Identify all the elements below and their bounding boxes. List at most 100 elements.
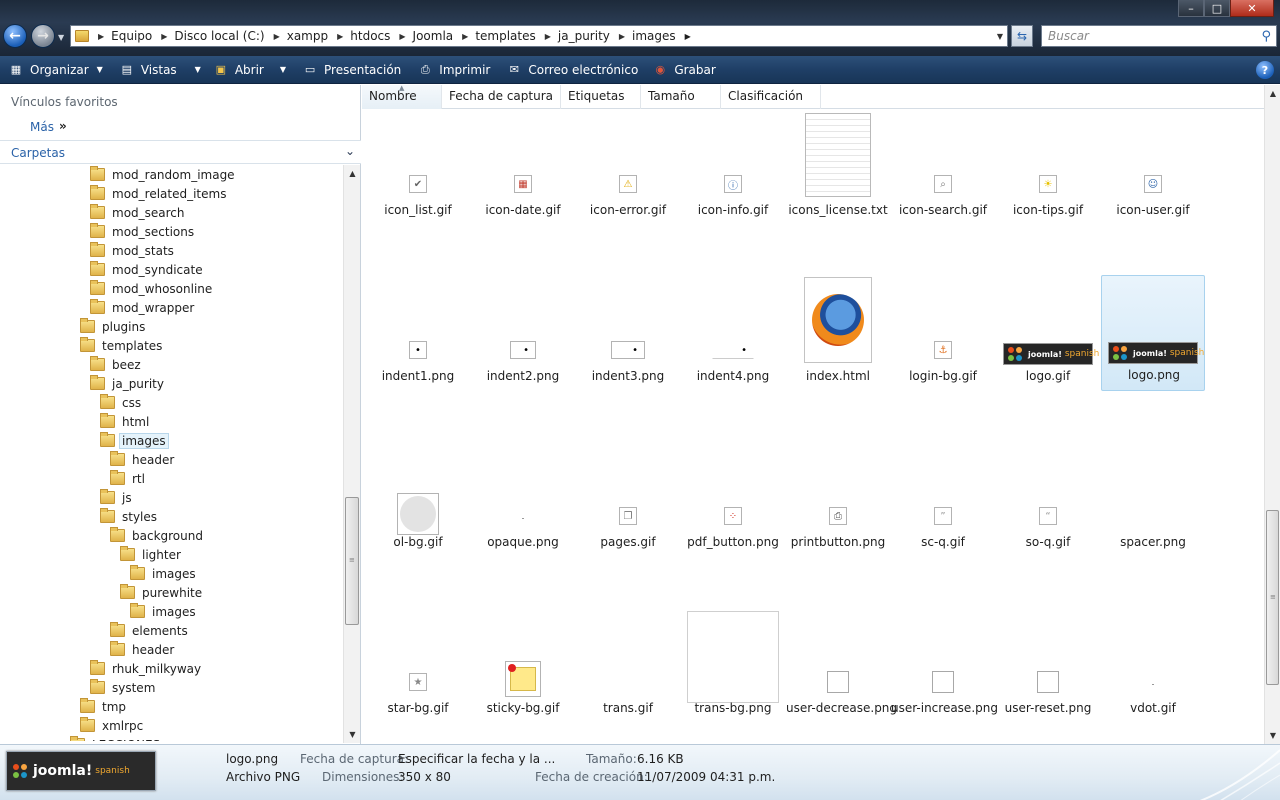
folder-tree-item[interactable]: mod_search [90,203,185,222]
folder-tree-item[interactable]: styles [100,507,157,526]
file-item[interactable]: ⚓ login-bg.gif [891,275,995,391]
folder-tree-item[interactable]: LECCIONES [70,735,160,741]
file-item[interactable]: spacer.png [1101,441,1205,557]
recent-pages-dropdown[interactable]: ▼ [58,33,64,42]
folder-tree-item[interactable]: css [100,393,141,412]
file-list-scrollbar[interactable]: ▲ ≡ ▼ [1264,85,1280,744]
file-item[interactable]: trans.gif [576,607,680,723]
maximize-button[interactable]: □ [1204,0,1230,17]
file-item[interactable]: joomla! spanish logo.png [1101,275,1205,391]
search-input[interactable]: Buscar ⚲ [1041,25,1277,47]
folder-tree-item[interactable]: mod_wrapper [90,298,194,317]
folder-tree-item[interactable]: images [130,564,196,583]
minimize-button[interactable]: – [1178,0,1204,17]
file-item[interactable]: ⁘ pdf_button.png [681,441,785,557]
folder-tree-item[interactable]: mod_sections [90,222,194,241]
folder-tree-item[interactable]: rtl [110,469,145,488]
help-button[interactable]: ? [1256,61,1274,79]
chevron-right-icon[interactable]: ▶ [545,32,551,41]
file-item[interactable]: joomla! spanish logo.gif [996,275,1100,391]
folder-tree-item[interactable]: plugins [80,317,145,336]
chevron-right-icon[interactable]: ▶ [399,32,405,41]
more-arrow-icon[interactable]: » [59,119,67,133]
open-button[interactable]: ▣ Abrir ▼ [207,56,292,83]
forward-button[interactable]: → [31,24,55,48]
folder-tree-item[interactable]: mod_stats [90,241,174,260]
folder-tree-item[interactable]: beez [90,355,141,374]
file-item[interactable]: • indent4.png [681,275,785,391]
breadcrumb-item[interactable]: ▶ templates [453,26,536,46]
chevron-right-icon[interactable]: ▶ [462,32,468,41]
folders-header[interactable]: Carpetas ⌄ [0,140,361,164]
file-item[interactable]: trans-bg.png [681,607,785,723]
folder-tree-item[interactable]: html [100,412,149,431]
file-item[interactable]: ★ star-bg.gif [366,607,470,723]
folder-tree-item[interactable]: lighter [120,545,181,564]
scroll-down-icon[interactable]: ▼ [1265,727,1280,744]
file-item[interactable]: ▦ icon-date.gif [471,109,575,225]
file-item[interactable]: ⌕ icon-search.gif [891,109,995,225]
file-item[interactable]: ✔ icon_list.gif [366,109,470,225]
file-item[interactable]: vdot.gif [1101,607,1205,723]
folder-tree-item[interactable]: background [110,526,203,545]
folder-tree-item[interactable]: header [110,640,174,659]
chevron-right-icon[interactable]: ▶ [98,32,104,41]
file-item[interactable]: ol-bg.gif [366,441,470,557]
chevron-right-icon[interactable]: ▶ [685,26,691,46]
folder-tree-item[interactable]: mod_related_items [90,184,226,203]
folder-tree-item[interactable]: mod_syndicate [90,260,203,279]
file-item[interactable]: • indent2.png [471,275,575,391]
file-item[interactable]: ❐ pages.gif [576,441,680,557]
breadcrumb-item[interactable]: ▶ images [610,26,676,46]
breadcrumb-item[interactable]: ▶ Disco local (C:) [152,26,264,46]
file-item[interactable]: ⚠ icon-error.gif [576,109,680,225]
file-item[interactable]: index.html [786,275,890,391]
file-item[interactable]: • indent3.png [576,275,680,391]
folder-tree-item[interactable]: mod_random_image [90,165,235,184]
file-item[interactable]: user-reset.png [996,607,1100,723]
folder-tree-item[interactable]: mod_whosonline [90,279,212,298]
folder-tree-scrollbar[interactable]: ▲ ≡ ▼ [343,165,360,743]
file-item[interactable]: ” sc-q.gif [891,441,995,557]
file-item[interactable]: • indent1.png [366,275,470,391]
breadcrumb-item[interactable]: ▶ Joomla [390,26,453,46]
folder-tree-item[interactable]: images [130,602,196,621]
column-header[interactable]: Fecha de captura [442,85,561,109]
file-item[interactable]: “ so-q.gif [996,441,1100,557]
folder-tree-item[interactable]: images [100,431,169,450]
scroll-up-icon[interactable]: ▲ [344,165,361,182]
folder-tree-item[interactable]: xmlrpc [80,716,143,735]
chevron-right-icon[interactable]: ▶ [337,32,343,41]
breadcrumb-item[interactable]: ▶ htdocs [328,26,390,46]
back-button[interactable]: ← [3,24,27,48]
date-taken-value[interactable]: Especificar la fecha y la ... [398,752,555,766]
organize-button[interactable]: ▦ Organizar ▼ [0,56,109,83]
file-item[interactable]: ☀ icon-tips.gif [996,109,1100,225]
scrollbar-thumb[interactable]: ≡ [1266,510,1279,685]
email-button[interactable]: ✉ Correo electrónico [496,56,644,83]
breadcrumb-item[interactable]: ▶ Equipo [89,26,152,46]
folder-tree-item[interactable]: purewhite [120,583,202,602]
more-link[interactable]: Más [30,120,54,134]
folder-tree-item[interactable]: elements [110,621,188,640]
search-icon[interactable]: ⚲ [1261,29,1271,44]
close-button[interactable]: ✕ [1230,0,1274,17]
column-header[interactable]: Etiquetas [561,85,641,109]
address-bar[interactable]: ▶ Equipo ▶ Disco local (C:) ▶ xampp ▶ htdocs ▶ Jo… [70,25,1008,47]
burn-button[interactable]: ◉ Grabar [644,56,722,83]
chevron-right-icon[interactable]: ▶ [161,32,167,41]
column-header[interactable]: Tamaño [641,85,721,109]
file-item[interactable]: user-increase.png [891,607,998,723]
chevron-right-icon[interactable]: ▶ [619,32,625,41]
file-item[interactable]: icons_license.txt [786,109,890,225]
scroll-up-icon[interactable]: ▲ [1265,85,1280,102]
print-button[interactable]: ⎙ Imprimir [407,56,496,83]
breadcrumb-item[interactable]: ▶ ja_purity [536,26,610,46]
folder-tree-item[interactable]: templates [80,336,162,355]
folder-tree-item[interactable]: ja_purity [90,374,164,393]
file-item[interactable]: ⓘ icon-info.gif [681,109,785,225]
folder-tree-item[interactable]: js [100,488,132,507]
breadcrumb-item[interactable]: ▶ xampp [265,26,329,46]
scroll-down-icon[interactable]: ▼ [344,726,361,743]
folder-tree-item[interactable]: rhuk_milkyway [90,659,201,678]
